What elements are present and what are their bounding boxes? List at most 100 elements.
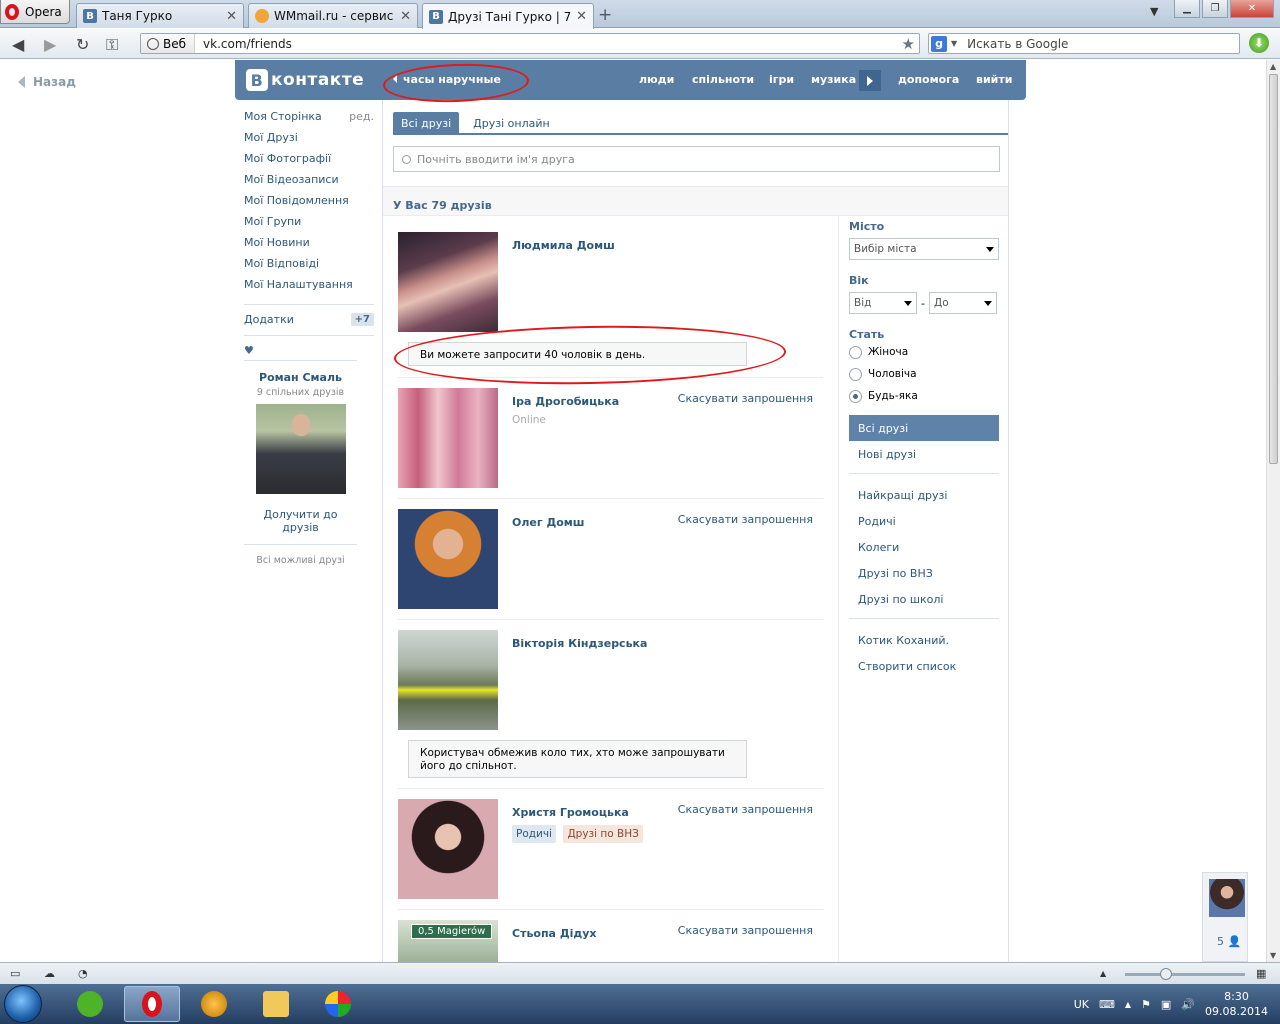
tab-close-icon[interactable]: ✕	[226, 9, 237, 24]
tab-list-chevron-icon[interactable]: ▼	[1150, 5, 1158, 18]
browser-tab-3-active[interactable]: B Друзі Тані Гурко | 79 д... ✕	[422, 3, 594, 29]
menu-my-answers[interactable]: Мої Відповіді	[244, 257, 374, 278]
download-icon[interactable]: ⬇	[1249, 33, 1269, 53]
menu-label[interactable]: Моя Сторінка	[244, 110, 322, 131]
friend-name[interactable]: Людмила Домш	[512, 239, 615, 252]
key-icon[interactable]: ⚿	[106, 35, 118, 55]
utorrent-taskbar-button[interactable]	[62, 986, 118, 1022]
edit-link[interactable]: ред.	[349, 110, 374, 131]
suggestion-photo[interactable]	[255, 404, 346, 494]
add-friend-link[interactable]: Долучити до друзів	[244, 508, 357, 534]
menu-my-page[interactable]: Моя Сторінка ред.	[244, 110, 374, 131]
aimp-taskbar-button[interactable]	[186, 986, 242, 1022]
list-best-friends[interactable]: Найкращі друзі	[849, 482, 999, 508]
age-from-select[interactable]: Від	[849, 292, 917, 314]
cancel-invite-link[interactable]: Скасувати запрошення	[678, 924, 813, 937]
radio-selected-icon[interactable]	[849, 389, 862, 403]
nav-logout[interactable]: вийти	[976, 73, 1012, 86]
nav-games[interactable]: ігри	[769, 73, 794, 86]
age-to-select[interactable]: До	[928, 292, 997, 314]
tab-close-icon[interactable]: ✕	[576, 9, 587, 24]
friend-name[interactable]: Христя Громоцька	[512, 806, 629, 819]
zoom-menu-icon[interactable]: ▲	[1100, 969, 1106, 978]
network-icon[interactable]: ▣	[1161, 998, 1171, 1011]
menu-my-messages[interactable]: Мої Повідомлення	[244, 194, 374, 215]
nav-music[interactable]: музика	[811, 73, 856, 86]
friend-photo[interactable]: 0,5 Magierów	[398, 920, 498, 962]
nav-communities[interactable]: спільноти	[692, 73, 754, 86]
paint-taskbar-button[interactable]	[310, 986, 366, 1022]
search-placeholder[interactable]: Искать в Google	[961, 37, 1068, 51]
nav-help[interactable]: допомога	[898, 73, 959, 86]
tab-close-icon[interactable]: ✕	[400, 9, 411, 24]
zoom-slider-track[interactable]	[1125, 973, 1245, 976]
scroll-thumb[interactable]	[1269, 74, 1278, 464]
show-hidden-icons-icon[interactable]: ▲	[1125, 1000, 1131, 1009]
friend-name[interactable]: Іра Дрогобицька	[512, 395, 619, 408]
url-text[interactable]: vk.com/friends	[195, 37, 902, 51]
cloud-icon[interactable]: ☁	[44, 967, 55, 980]
google-icon[interactable]: g	[931, 35, 947, 52]
list-colleagues[interactable]: Колеги	[849, 534, 999, 560]
chat-widget[interactable]: 5 👤	[1202, 872, 1248, 962]
start-button[interactable]	[4, 985, 42, 1023]
scroll-up-icon[interactable]: ▲	[1270, 62, 1276, 71]
action-center-flag-icon[interactable]: ⚑	[1141, 998, 1151, 1011]
forward-arrow-icon[interactable]: ▶	[44, 35, 56, 54]
zoom-slider-knob[interactable]	[1160, 968, 1172, 980]
apps-badge[interactable]: +7	[350, 313, 374, 326]
reload-icon[interactable]: ↻	[76, 35, 89, 54]
menu-apps[interactable]: Додатки +7	[244, 309, 374, 330]
menu-my-settings[interactable]: Мої Налаштування	[244, 278, 374, 299]
web-badge[interactable]: Веб	[141, 34, 196, 53]
cancel-invite-link[interactable]: Скасувати запрошення	[678, 513, 813, 526]
bookmark-star-icon[interactable]: ★	[902, 35, 919, 53]
search-placeholder[interactable]: Почніть вводити ім'я друга	[417, 153, 575, 166]
apps-label[interactable]: Додатки	[244, 313, 294, 326]
friend-photo[interactable]	[398, 630, 498, 730]
search-engine-chevron-icon[interactable]: ▼	[951, 39, 957, 48]
search-engine-field[interactable]: g ▼ Искать в Google	[928, 33, 1240, 54]
sex-any-radio[interactable]: Будь-яка	[849, 385, 999, 407]
radio-label[interactable]: Чоловіча	[868, 368, 917, 380]
friend-name[interactable]: Олег Домш	[512, 516, 584, 529]
friend-photo[interactable]	[398, 232, 498, 332]
list-relatives[interactable]: Родичі	[849, 508, 999, 534]
tab-online-friends[interactable]: Друзі онлайн	[465, 112, 558, 133]
url-field[interactable]: Веб vk.com/friends ★	[140, 33, 920, 54]
opera-menu-button[interactable]: Opera	[0, 0, 70, 24]
list-school[interactable]: Друзі по школі	[849, 586, 999, 612]
friend-name[interactable]: Вікторія Кіндзерська	[512, 637, 647, 650]
scroll-down-icon[interactable]: ▼	[1270, 951, 1276, 960]
explorer-taskbar-button[interactable]	[248, 986, 304, 1022]
window-close-icon[interactable]: ✕	[1230, 0, 1274, 18]
clock[interactable]: 8:30 09.08.2014	[1205, 989, 1268, 1019]
panel-toggle-icon[interactable]: ▭	[10, 967, 20, 980]
nav-people[interactable]: люди	[639, 73, 674, 86]
all-suggestions-link[interactable]: Всі можливі друзі	[244, 544, 357, 566]
list-university[interactable]: Друзі по ВНЗ	[849, 560, 999, 586]
speed-dial-icon[interactable]: ◔	[78, 967, 88, 980]
restore-icon[interactable]: ❐	[1202, 0, 1228, 18]
city-select[interactable]: Вибір міста	[849, 238, 999, 260]
keyboard-icon[interactable]: ⌨	[1099, 998, 1115, 1011]
sex-female-radio[interactable]: Жіноча	[849, 341, 999, 363]
friend-search-input[interactable]: Почніть вводити ім'я друга	[393, 146, 1000, 172]
tag-university[interactable]: Друзі по ВНЗ	[563, 825, 643, 843]
cancel-invite-link[interactable]: Скасувати запрошення	[678, 392, 813, 405]
vk-logo[interactable]: В контакте	[246, 69, 364, 91]
browser-tab-2[interactable]: WMmail.ru - сервис п... ✕	[248, 3, 418, 28]
suggestion-name[interactable]: Роман Смаль	[244, 371, 357, 384]
menu-my-photos[interactable]: Мої Фотографії	[244, 152, 374, 173]
list-custom[interactable]: Котик Коханий.	[849, 627, 999, 653]
tab-all-friends[interactable]: Всі друзі	[393, 112, 460, 133]
radio-label[interactable]: Будь-яка	[868, 390, 918, 402]
create-list-link[interactable]: Створити список	[849, 653, 999, 679]
menu-my-friends[interactable]: Мої Друзі	[244, 131, 374, 152]
list-new-friends[interactable]: Нові друзі	[849, 441, 999, 467]
heart-icon[interactable]: ♥	[244, 344, 374, 357]
menu-my-groups[interactable]: Мої Групи	[244, 215, 374, 236]
view-icon[interactable]: ▦	[1256, 967, 1266, 980]
friend-photo[interactable]	[398, 799, 498, 899]
tag-relatives[interactable]: Родичі	[512, 825, 556, 843]
